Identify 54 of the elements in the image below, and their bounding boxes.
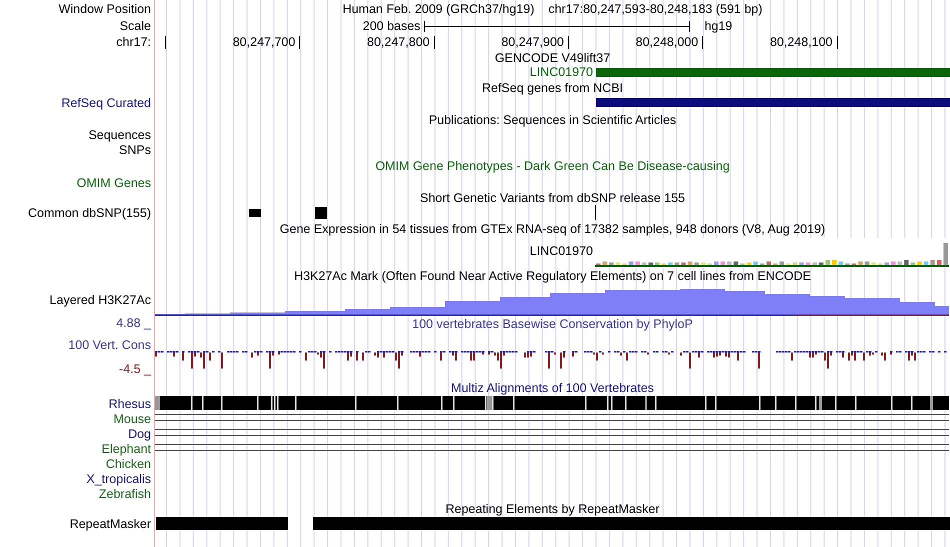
ruler-tick — [702, 36, 704, 49]
variant-mark[interactable] — [249, 209, 261, 217]
species-label[interactable]: Elephant — [102, 442, 151, 456]
repeat-element-bar[interactable] — [156, 517, 288, 530]
track-label[interactable]: Layered H3K27Ac — [50, 293, 151, 307]
ruler-tick — [836, 36, 838, 49]
track-title: OMIM Gene Phenotypes - Dark Green Can Be Disease-causing — [375, 159, 730, 173]
ruler-tick — [568, 36, 569, 49]
gene-label[interactable]: LINC01970 — [530, 65, 593, 79]
track-title: Short Genetic Variants from dbSNP release 155 — [420, 190, 685, 204]
ruler-label: 80,248,000 — [636, 35, 698, 49]
track-title: Multiz Alignments of 100 Vertebrates — [451, 381, 654, 395]
species-label[interactable]: X_tropicalis — [86, 472, 151, 486]
repeat-element-bar[interactable] — [313, 517, 950, 530]
track-label[interactable]: SNPs — [119, 142, 151, 156]
species-label[interactable]: Zebrafish — [98, 486, 151, 500]
track-title: H3K27Ac Mark (Often Found Near Active Regulatory Elements) on 7 cell lines from ENCODE — [294, 269, 811, 283]
track-label[interactable]: Common dbSNP(155) — [28, 206, 151, 220]
variant-mark[interactable] — [315, 207, 327, 219]
track-title: GENCODE V49lift37 — [494, 50, 610, 64]
ruler-label: 80,247,900 — [501, 35, 564, 49]
track-title: Gene Expression in 54 tissues from GTEx RNA-seq of 17382 samples, 948 donors (V8, Aug 2019) — [280, 222, 826, 236]
track-title: 100 vertebrates Basewise Conservation by PhyloP — [412, 317, 693, 331]
track-label[interactable]: Sequences — [88, 128, 151, 142]
ruler-tick — [434, 36, 435, 49]
row-label: Window Position — [58, 2, 151, 16]
ruler-label: 80,248,100 — [770, 35, 832, 49]
gene-feature-bar[interactable] — [596, 98, 950, 107]
assembly-text: Human Feb. 2009 (GRCh37/hg19) — [342, 2, 534, 16]
ruler-label: 80,247,700 — [232, 35, 296, 49]
species-label[interactable]: Dog — [128, 426, 151, 440]
gene-feature-bar[interactable] — [596, 68, 950, 77]
track-title: Repeating Elements by RepeatMasker — [445, 502, 660, 516]
row-label: chr17: — [116, 35, 151, 49]
scale-text: hg19 — [704, 19, 732, 33]
track-label[interactable]: RepeatMasker — [70, 516, 151, 530]
axis-label: 4.88 _ — [116, 316, 151, 330]
track-label[interactable]: 100 Vert. Cons — [68, 338, 151, 352]
position-text: chr17:80,247,593-80,248,183 (591 bp) — [548, 2, 762, 16]
variant-mark[interactable] — [595, 205, 596, 220]
track-title: Publications: Sequences in Scientific Articles — [428, 113, 676, 127]
gene-label[interactable]: LINC01970 — [530, 244, 593, 258]
scale-text: 200 bases — [362, 19, 420, 33]
ruler-tick — [165, 36, 166, 49]
track-label[interactable]: OMIM Genes — [76, 176, 151, 190]
species-label[interactable]: Mouse — [113, 412, 151, 426]
track-label[interactable]: RefSeq Curated — [61, 96, 151, 110]
row-label: Scale — [120, 19, 151, 33]
track-title: RefSeq genes from NCBI — [482, 80, 624, 94]
axis-label: -4.5 _ — [119, 362, 151, 376]
ruler-label: 80,247,800 — [367, 35, 430, 49]
species-label[interactable]: Chicken — [106, 456, 151, 470]
ruler-tick — [299, 36, 300, 49]
species-label[interactable]: Rhesus — [108, 396, 151, 410]
